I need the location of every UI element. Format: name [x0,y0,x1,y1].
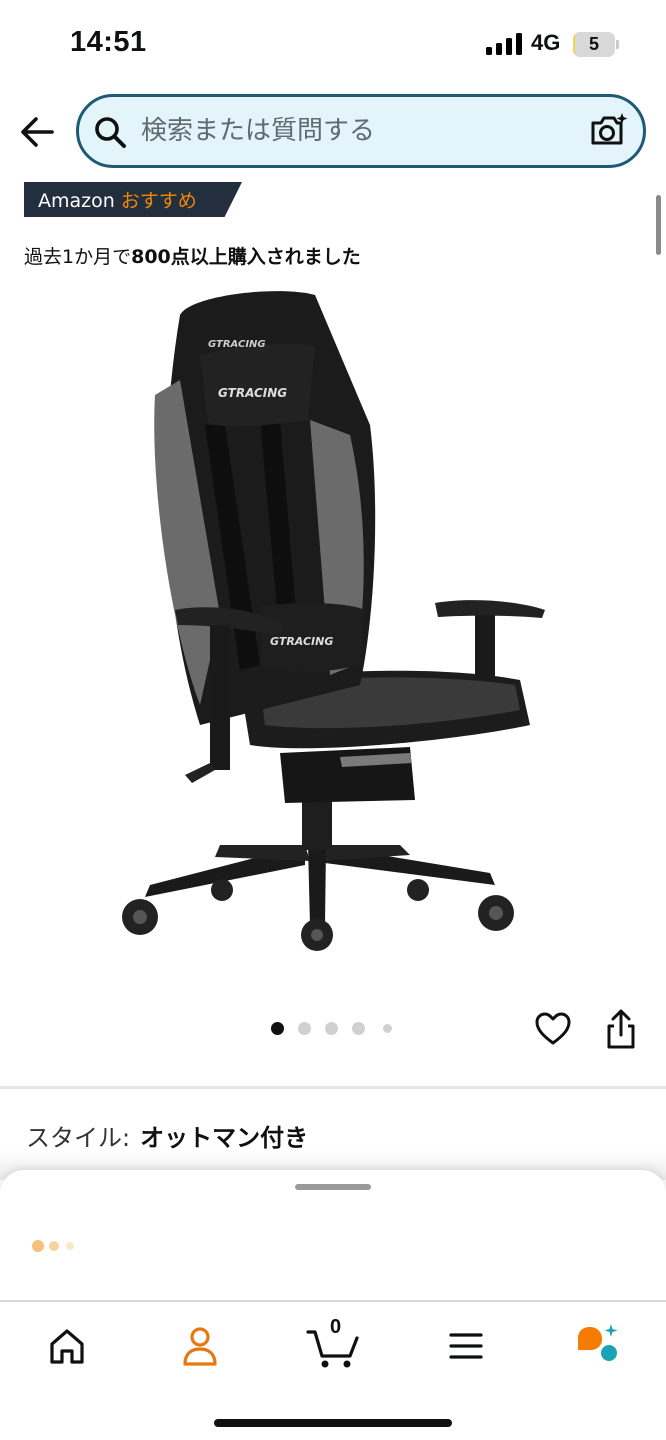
network-type: 4G [531,30,561,55]
battery-level: 5 [588,34,599,54]
carousel-dot-2[interactable] [298,1022,311,1035]
cart-count: 0 [330,1316,342,1338]
style-value: オットマン付き [140,1124,309,1152]
status-bar: 14:51 4G 5 [0,0,666,88]
back-arrow-icon[interactable] [18,112,58,152]
menu-icon[interactable] [436,1322,496,1370]
purchase-note-emphasis: 800点以上購入されました [131,246,361,268]
lumbar-brand-text: GTRACING [270,635,333,648]
camera-search-icon[interactable] [589,111,629,149]
home-indicator[interactable] [214,1419,452,1427]
battery-icon: 5 [573,32,619,57]
chair-footrest [280,747,415,803]
chair-backrest: GTRACING GTRACING GTRACING [154,291,376,725]
style-selector[interactable]: スタイル: オットマン付き [26,1118,308,1153]
chair-base [122,790,514,951]
rufus-assistant-icon[interactable] [570,1322,630,1370]
section-divider [0,1086,666,1089]
search-input[interactable] [141,111,571,151]
cart-button[interactable]: 0 [305,1316,365,1370]
purchase-note-prefix: 過去1か月で [24,246,132,268]
pillow-brand-text: GTRACING [218,386,287,400]
share-icon[interactable] [604,1008,638,1050]
badge-brand: Amazon [38,190,115,212]
carousel-dot-1[interactable] [271,1022,284,1035]
search-header [0,88,666,174]
product-image[interactable]: GTRACING GTRACING GTRACING [110,285,560,965]
bottom-sheet[interactable] [0,1170,666,1300]
search-box[interactable] [76,94,646,168]
style-label: スタイル: [26,1124,131,1152]
carousel-dot-3[interactable] [325,1022,338,1035]
bottom-nav-bar: 0 [0,1300,666,1440]
scrollbar[interactable] [656,195,661,255]
signal-strength-icon [486,33,522,55]
heart-icon[interactable] [534,1010,572,1048]
search-icon [95,117,126,148]
carousel-dot-5[interactable] [383,1024,392,1033]
carousel-dot-4[interactable] [352,1022,365,1035]
status-time: 14:51 [70,26,147,58]
badge-highlight: おすすめ [120,190,197,212]
backrest-brand-text: GTRACING [208,339,266,350]
home-icon[interactable] [37,1322,97,1370]
sheet-drag-handle[interactable] [295,1184,371,1190]
purchase-note: 過去1か月で800点以上購入されました [24,242,361,269]
account-icon[interactable] [170,1322,230,1370]
